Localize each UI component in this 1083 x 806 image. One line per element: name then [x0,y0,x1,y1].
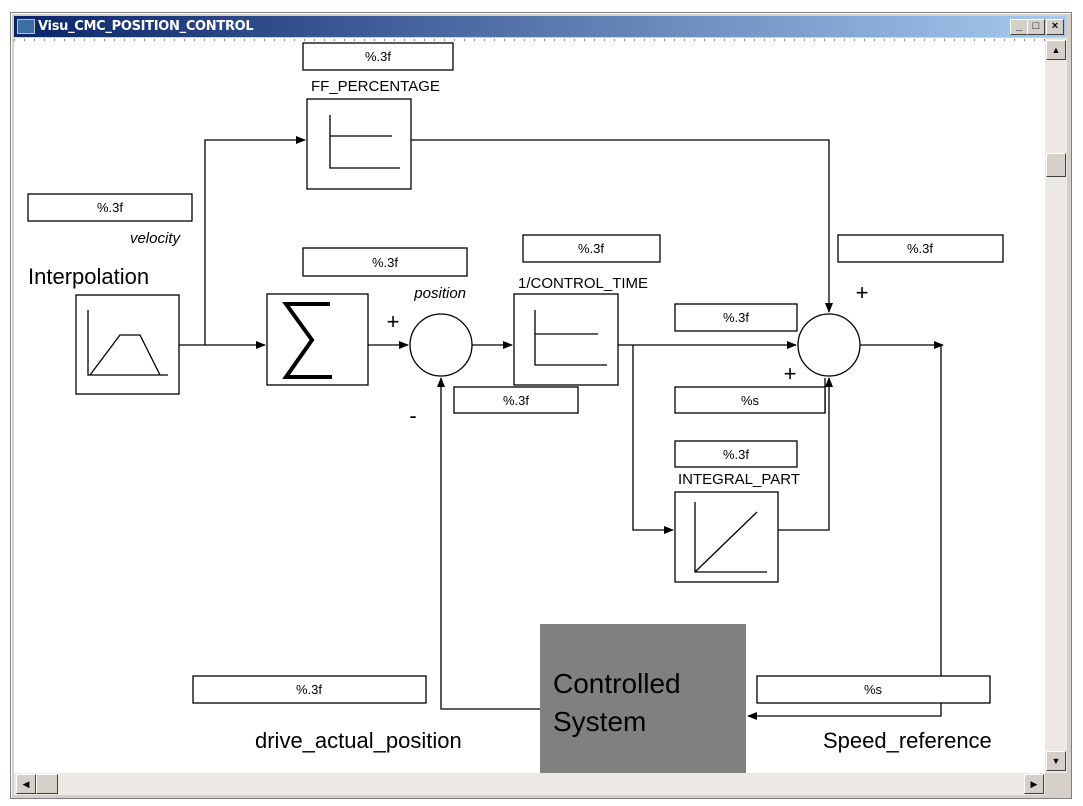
sum2-plus-top-sign: + [856,280,869,305]
integral-label: INTEGRAL_PART [678,471,800,488]
control-diagram: %.3f FF_PERCENTAGE %.3f velocity Interpo… [14,39,1045,773]
controlled-system-line2: System [553,706,646,737]
sum1-junction [409,313,473,377]
ff-percentage-value: %.3f [365,49,391,64]
ff-gain-block[interactable] [306,98,412,190]
control-time-label: 1/CONTROL_TIME [518,275,648,292]
p-part-value: %.3f [723,310,749,325]
status-value: %s [741,393,760,408]
speed-reference-value: %s [864,682,883,697]
sum1-plus-sign: + [387,309,400,334]
drive-actual-position-label: drive_actual_position [255,728,462,753]
drive-actual-position-value: %.3f [296,682,322,697]
interpolation-block[interactable] [75,294,180,395]
velocity-value: %.3f [97,200,123,215]
integral-value: %.3f [723,447,749,462]
sum2-junction [797,313,861,377]
control-time-value: %.3f [578,241,604,256]
output-value: %.3f [907,241,933,256]
summation-block[interactable] [266,293,369,386]
position-value: %.3f [372,255,398,270]
position-label: position [413,285,466,302]
sum1-minus-sign: - [409,403,416,428]
sum2-plus-bottom-sign: + [784,361,797,386]
integral-block[interactable] [674,491,779,583]
ff-percentage-label: FF_PERCENTAGE [311,78,440,95]
error-value: %.3f [503,393,529,408]
interpolation-label: Interpolation [28,264,149,289]
velocity-label: velocity [130,230,182,247]
controlled-system-line1: Controlled [553,668,681,699]
speed-reference-label: Speed_reference [823,728,992,753]
control-time-gain-block[interactable] [513,293,619,386]
